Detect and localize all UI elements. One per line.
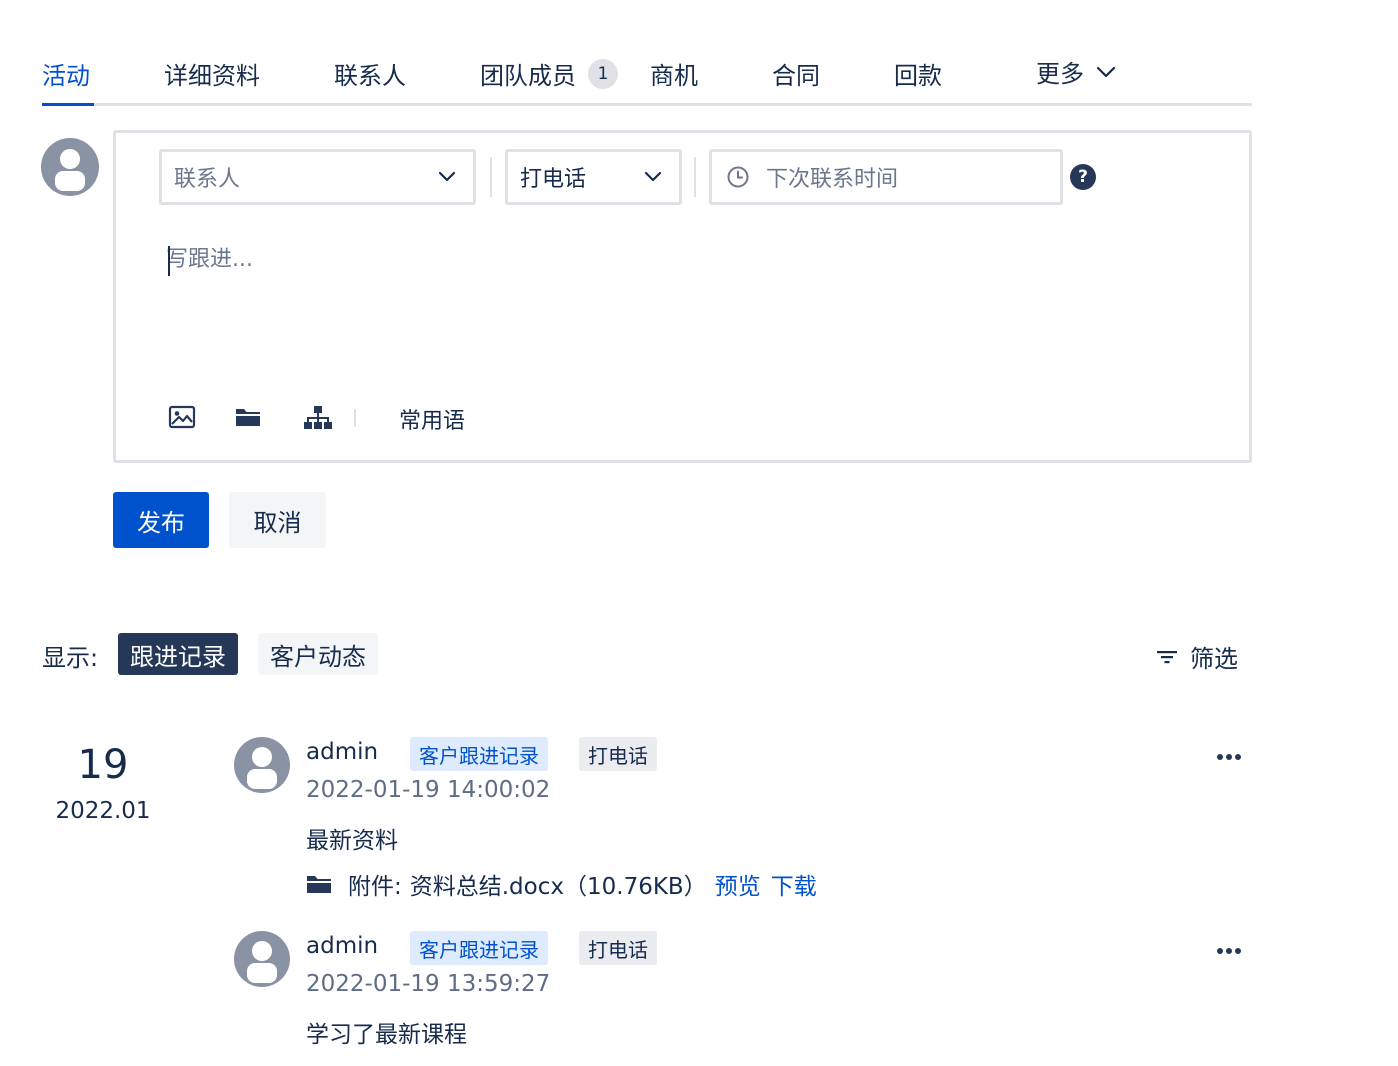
contact-select-placeholder: 联系人 [174, 167, 241, 192]
text-cursor [168, 246, 170, 276]
follow-up-textarea[interactable] [166, 241, 1206, 371]
common-phrases-button[interactable]: 常用语 [399, 403, 465, 435]
image-icon[interactable] [168, 405, 196, 429]
pill-label: 跟进记录 [130, 642, 226, 671]
follow-type-select[interactable]: 打电话 [505, 149, 682, 205]
user-icon [55, 149, 85, 191]
record-type-tag: 客户跟进记录 [410, 737, 548, 771]
user-icon [247, 941, 277, 983]
team-count-badge: 1 [588, 58, 618, 89]
follow-up-composer: 联系人 打电话 下次联系时间 ? 写跟进... 常用语 [113, 130, 1252, 463]
more-options-icon[interactable] [1216, 753, 1242, 761]
record-type-tag: 客户跟进记录 [410, 931, 548, 965]
filter-follow-records[interactable]: 跟进记录 [118, 633, 238, 675]
display-label: 显示: [42, 644, 99, 672]
tab-label: 联系人 [334, 62, 406, 90]
attachment-file: 资料总结.docx（10.76KB） [409, 874, 707, 900]
download-link[interactable]: 下载 [771, 867, 817, 901]
pill-label: 客户动态 [270, 642, 366, 671]
attachment-label: 附件: [348, 874, 402, 900]
avatar [234, 931, 290, 987]
entry-content: 最新资料 [306, 828, 398, 854]
chevron-down-icon [438, 171, 456, 182]
filter-button[interactable]: 筛选 [1156, 639, 1238, 674]
follow-type-tag: 打电话 [579, 931, 657, 965]
tab-details[interactable]: 详细资料 [164, 56, 260, 91]
tab-more[interactable]: 更多 [1036, 54, 1116, 89]
timeline-day: 19 [77, 742, 129, 788]
tab-label: 团队成员 [480, 62, 576, 90]
cancel-button[interactable]: 取消 [229, 492, 326, 548]
entry-timestamp: 2022-01-19 13:59:27 [306, 971, 551, 997]
tab-bar: 活动 详细资料 联系人 团队成员 1 商机 合同 回款 更多 [42, 44, 1252, 106]
preview-link[interactable]: 预览 [715, 867, 761, 901]
tab-activity[interactable]: 活动 [42, 56, 90, 91]
entry-user: admin [306, 739, 379, 765]
contact-select[interactable]: 联系人 [159, 149, 476, 205]
filter-customer-activity[interactable]: 客户动态 [258, 633, 378, 675]
clock-icon [727, 166, 749, 188]
tab-label: 合同 [772, 62, 820, 90]
user-icon [247, 747, 277, 789]
divider [490, 157, 492, 197]
folder-icon[interactable] [234, 405, 262, 429]
timeline-entry: admin 客户跟进记录 打电话 2022-01-19 14:00:02 最新资… [234, 737, 1254, 907]
current-user-avatar [41, 138, 99, 196]
timeline-entry: admin 客户跟进记录 打电话 2022-01-19 13:59:27 学习了… [234, 931, 1254, 1051]
attachment-row: 附件: 资料总结.docx（10.76KB） 预览 下载 [306, 867, 817, 901]
filter-label: 筛选 [1190, 645, 1238, 673]
divider [694, 157, 696, 197]
tab-label: 更多 [1036, 60, 1084, 88]
chevron-down-icon [1096, 66, 1116, 77]
tab-label: 商机 [650, 62, 698, 90]
follow-type-value: 打电话 [520, 167, 587, 192]
tab-label: 回款 [894, 62, 942, 90]
help-icon[interactable]: ? [1070, 164, 1096, 190]
entry-content: 学习了最新课程 [306, 1022, 467, 1048]
tab-label: 活动 [42, 62, 90, 90]
folder-icon [307, 876, 331, 893]
more-options-icon[interactable] [1216, 947, 1242, 955]
tab-payments[interactable]: 回款 [894, 56, 942, 91]
help-symbol: ? [1078, 167, 1088, 187]
follow-type-tag: 打电话 [579, 737, 657, 771]
tab-opportunities[interactable]: 商机 [650, 56, 698, 91]
divider [354, 409, 356, 427]
next-contact-time-placeholder: 下次联系时间 [766, 167, 899, 192]
tab-contracts[interactable]: 合同 [772, 56, 820, 91]
entry-user: admin [306, 933, 379, 959]
tab-label: 详细资料 [164, 62, 260, 90]
publish-button[interactable]: 发布 [113, 492, 209, 548]
tab-contacts[interactable]: 联系人 [334, 56, 406, 91]
entry-timestamp: 2022-01-19 14:00:02 [306, 777, 551, 803]
active-tab-indicator [42, 103, 94, 106]
chevron-down-icon [644, 171, 662, 182]
org-chart-icon[interactable] [304, 405, 332, 431]
filter-icon [1157, 650, 1177, 663]
timeline-year-month: 2022.01 [55, 798, 151, 824]
avatar [234, 737, 290, 793]
tab-team-members[interactable]: 团队成员 1 [480, 56, 618, 91]
next-contact-time-input[interactable]: 下次联系时间 [709, 149, 1063, 205]
